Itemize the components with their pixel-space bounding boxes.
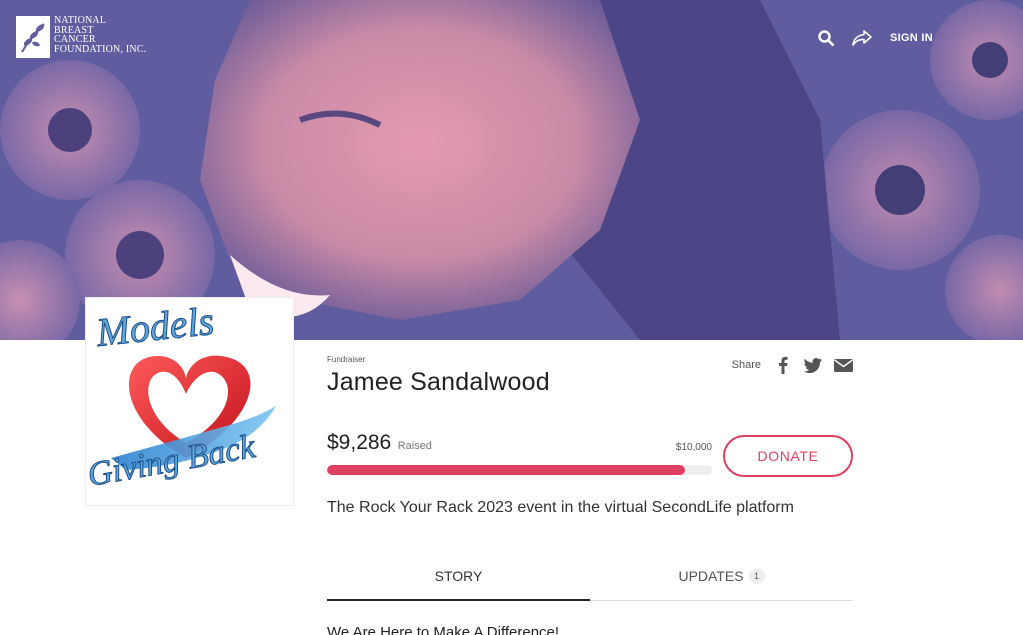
logo-text-top: Models <box>93 298 216 355</box>
org-logo[interactable]: NATIONAL BREAST CANCER FOUNDATION, INC. <box>16 16 146 58</box>
tab-updates[interactable]: UPDATES 1 <box>590 563 853 600</box>
campaign-image: Models Giving Back <box>86 298 293 505</box>
progress-section: $9,286 Raised $10,000 <box>327 431 712 475</box>
raised-label: Raised <box>397 440 432 452</box>
fundraiser-info: Fundraiser Jamee Sandalwood Share $9,286… <box>327 355 853 516</box>
hero-photo <box>0 0 1023 340</box>
progress-bar <box>327 465 712 475</box>
hero-banner: NATIONAL BREAST CANCER FOUNDATION, INC. … <box>0 0 1023 340</box>
email-icon[interactable] <box>833 355 853 375</box>
share-arrow-icon[interactable] <box>852 28 872 48</box>
progress-bar-fill <box>327 465 685 475</box>
share-bar: Share <box>732 355 853 375</box>
content-tabs: STORY UPDATES 1 <box>327 563 853 601</box>
goal-amount: $10,000 <box>675 442 712 453</box>
search-icon[interactable] <box>816 28 836 48</box>
tab-story[interactable]: STORY <box>327 563 590 601</box>
logo-line: FOUNDATION, INC. <box>54 43 147 55</box>
updates-count-badge: 1 <box>748 568 765 584</box>
twitter-icon[interactable] <box>803 355 823 375</box>
share-label: Share <box>731 359 761 371</box>
logo-text: NATIONAL BREAST CANCER FOUNDATION, INC. <box>54 16 146 54</box>
facebook-icon[interactable] <box>773 355 793 375</box>
tab-updates-label: UPDATES <box>678 568 744 584</box>
logo-leaf-icon <box>16 16 50 58</box>
models-giving-back-logo: Models Giving Back <box>86 298 276 494</box>
top-nav: SIGN IN <box>816 28 933 48</box>
fundraiser-description: The Rock Your Rack 2023 event in the vir… <box>327 499 794 516</box>
sign-in-link[interactable]: SIGN IN <box>890 32 933 44</box>
raised-amount: $9,286 <box>327 431 392 454</box>
story-heading: We Are Here to Make A Difference! <box>327 624 560 635</box>
tab-story-label: STORY <box>434 568 483 584</box>
donate-button[interactable]: DONATE <box>723 435 853 477</box>
